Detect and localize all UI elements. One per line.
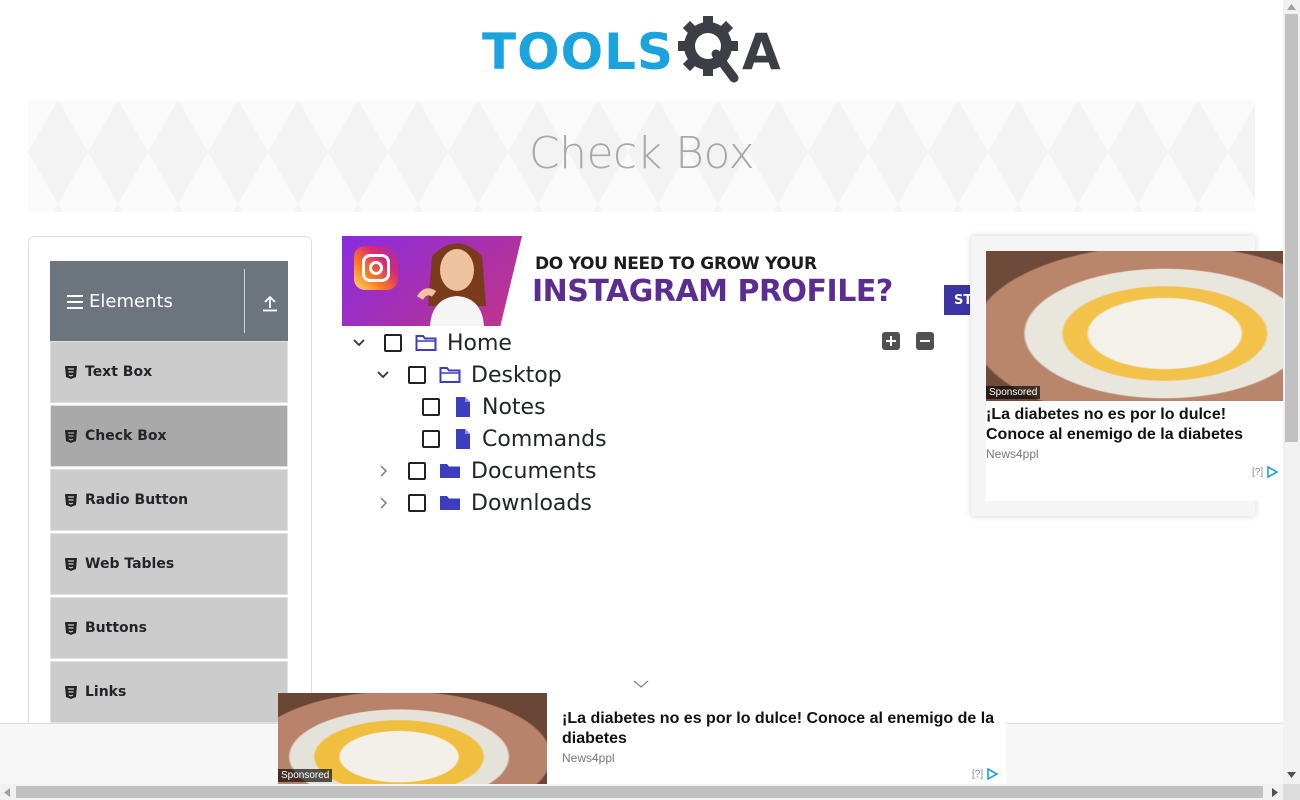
scroll-left-arrow-icon[interactable] [4,788,10,797]
tree-node-home: Home [352,327,512,359]
ad-headline-line-1[interactable]: ¡La diabetes no es por lo dulce! Conoce … [562,709,994,729]
desktop-checkbox[interactable] [408,366,426,384]
instagram-icon [354,246,398,290]
scrollbar-corner [1283,784,1300,800]
sidebar-item-buttons[interactable]: Buttons [50,597,288,659]
tree-node-notes: Notes [422,391,546,423]
folder-icon [440,496,460,510]
collapse-all-button[interactable] [916,332,934,350]
header-divider [244,269,245,333]
bottom-ad[interactable]: Sponsored ¡La diabetes no es por lo dulc… [278,693,1006,784]
folder-open-icon [415,335,437,351]
tree-label-home[interactable]: Home [447,331,512,356]
html5-icon [65,685,77,699]
page-title: Check Box [528,128,755,179]
sidebar-item-label: Web Tables [85,556,175,572]
ad-line-2: INSTAGRAM PROFILE? [532,274,893,309]
sidebar-item-label: Links [85,684,127,700]
logo-text: TOOLS [482,23,674,81]
downloads-checkbox[interactable] [408,494,426,512]
home-checkbox[interactable] [384,334,402,352]
sidebar-item-links[interactable]: Links [50,661,288,723]
adchoices-icon [1267,466,1279,478]
plus-icon [886,336,896,346]
chevron-down-icon[interactable] [376,368,390,382]
tree-label-documents[interactable]: Documents [471,459,596,484]
adchoices-link[interactable]: [?] [1252,466,1280,478]
tree-label-downloads[interactable]: Downloads [471,491,592,516]
ad-line-1: DO YOU NEED TO GROW YOUR [535,254,817,274]
ad-image [986,251,1284,401]
ad-source: News4ppl [986,447,1039,461]
tree-label-commands[interactable]: Commands [482,427,607,452]
file-icon [456,397,470,417]
ad-headline-line-2[interactable]: Conoce al enemigo de la diabetes [986,425,1243,445]
adchoice-label: [?] [972,768,984,780]
woman-photo-icon [416,243,486,326]
instagram-ad-banner[interactable]: DO YOU NEED TO GROW YOUR INSTAGRAM PROFI… [342,236,970,326]
notes-checkbox[interactable] [422,398,440,416]
sidebar-item-label: Check Box [85,428,167,444]
scroll-up-arrow-icon[interactable] [1287,4,1296,10]
group-label: Elements [89,290,173,312]
page-banner: Check Box [28,100,1255,212]
ad-headline-line-1[interactable]: ¡La diabetes no es por lo dulce! [986,405,1226,425]
scroll-down-arrow-icon[interactable] [1287,772,1296,778]
sidebar-item-label: Buttons [85,620,147,636]
adchoices-icon [987,768,999,780]
tree-label-notes[interactable]: Notes [482,395,546,420]
ad-body: ¡La diabetes no es por lo dulce! Conoce … [986,401,1284,501]
sidebar-item-label: Text Box [85,364,153,380]
sidebar-item-label: Radio Button [85,492,189,508]
chevron-down-icon[interactable] [352,336,366,350]
html5-icon [65,493,77,507]
html5-icon [65,557,77,571]
documents-checkbox[interactable] [408,462,426,480]
sidebar-item-web-tables[interactable]: Web Tables [50,533,288,595]
adchoices-link[interactable]: [?] [972,768,1000,780]
sponsored-badge: Sponsored [986,386,1041,399]
vertical-scrollbar[interactable] [1283,0,1300,784]
html5-icon [65,621,77,635]
ad-headline-line-2[interactable]: diabetes [562,729,627,749]
expand-all-button[interactable] [882,332,900,350]
sidebar-item-radio-button[interactable]: Radio Button [50,469,288,531]
file-icon [456,429,470,449]
scroll-right-arrow-icon[interactable] [1272,788,1278,797]
minus-icon [920,340,930,342]
sidebar-item-check-box[interactable]: Check Box [50,405,288,467]
elements-group-header[interactable]: Elements [50,261,288,341]
ad-source: News4ppl [562,751,615,765]
tree-node-desktop: Desktop [376,359,562,391]
tree-node-downloads: Downloads [376,487,592,519]
tree-node-documents: Documents [376,455,596,487]
sponsored-badge: Sponsored [278,769,333,782]
chevron-right-icon[interactable] [376,496,390,510]
chevron-down-icon[interactable] [632,678,650,690]
folder-icon [440,464,460,478]
elements-menu: Text Box Check Box Radio Button Web Tabl… [50,341,288,725]
logo-gear-icon [676,12,742,93]
vertical-scroll-thumb[interactable] [1285,14,1298,442]
horizontal-scrollbar[interactable] [0,784,1283,800]
menu-icon [67,295,83,309]
logo-text-a: A [742,23,781,81]
horizontal-scroll-thumb[interactable] [16,786,1263,798]
folder-open-icon [439,367,461,383]
html5-icon [65,365,77,379]
toolsqa-logo[interactable]: TOOLS A [482,14,781,90]
commands-checkbox[interactable] [422,430,440,448]
tree-label-desktop[interactable]: Desktop [471,363,562,388]
right-ad[interactable]: Sponsored ¡La diabetes no es por lo dulc… [971,236,1284,516]
sidebar-item-text-box[interactable]: Text Box [50,341,288,403]
chevron-right-icon[interactable] [376,464,390,478]
adchoice-label: [?] [1252,466,1264,478]
tree-node-commands: Commands [422,423,607,455]
collapse-up-icon[interactable] [260,293,280,313]
ad-cta-button[interactable]: ST [944,285,970,315]
html5-icon [65,429,77,443]
